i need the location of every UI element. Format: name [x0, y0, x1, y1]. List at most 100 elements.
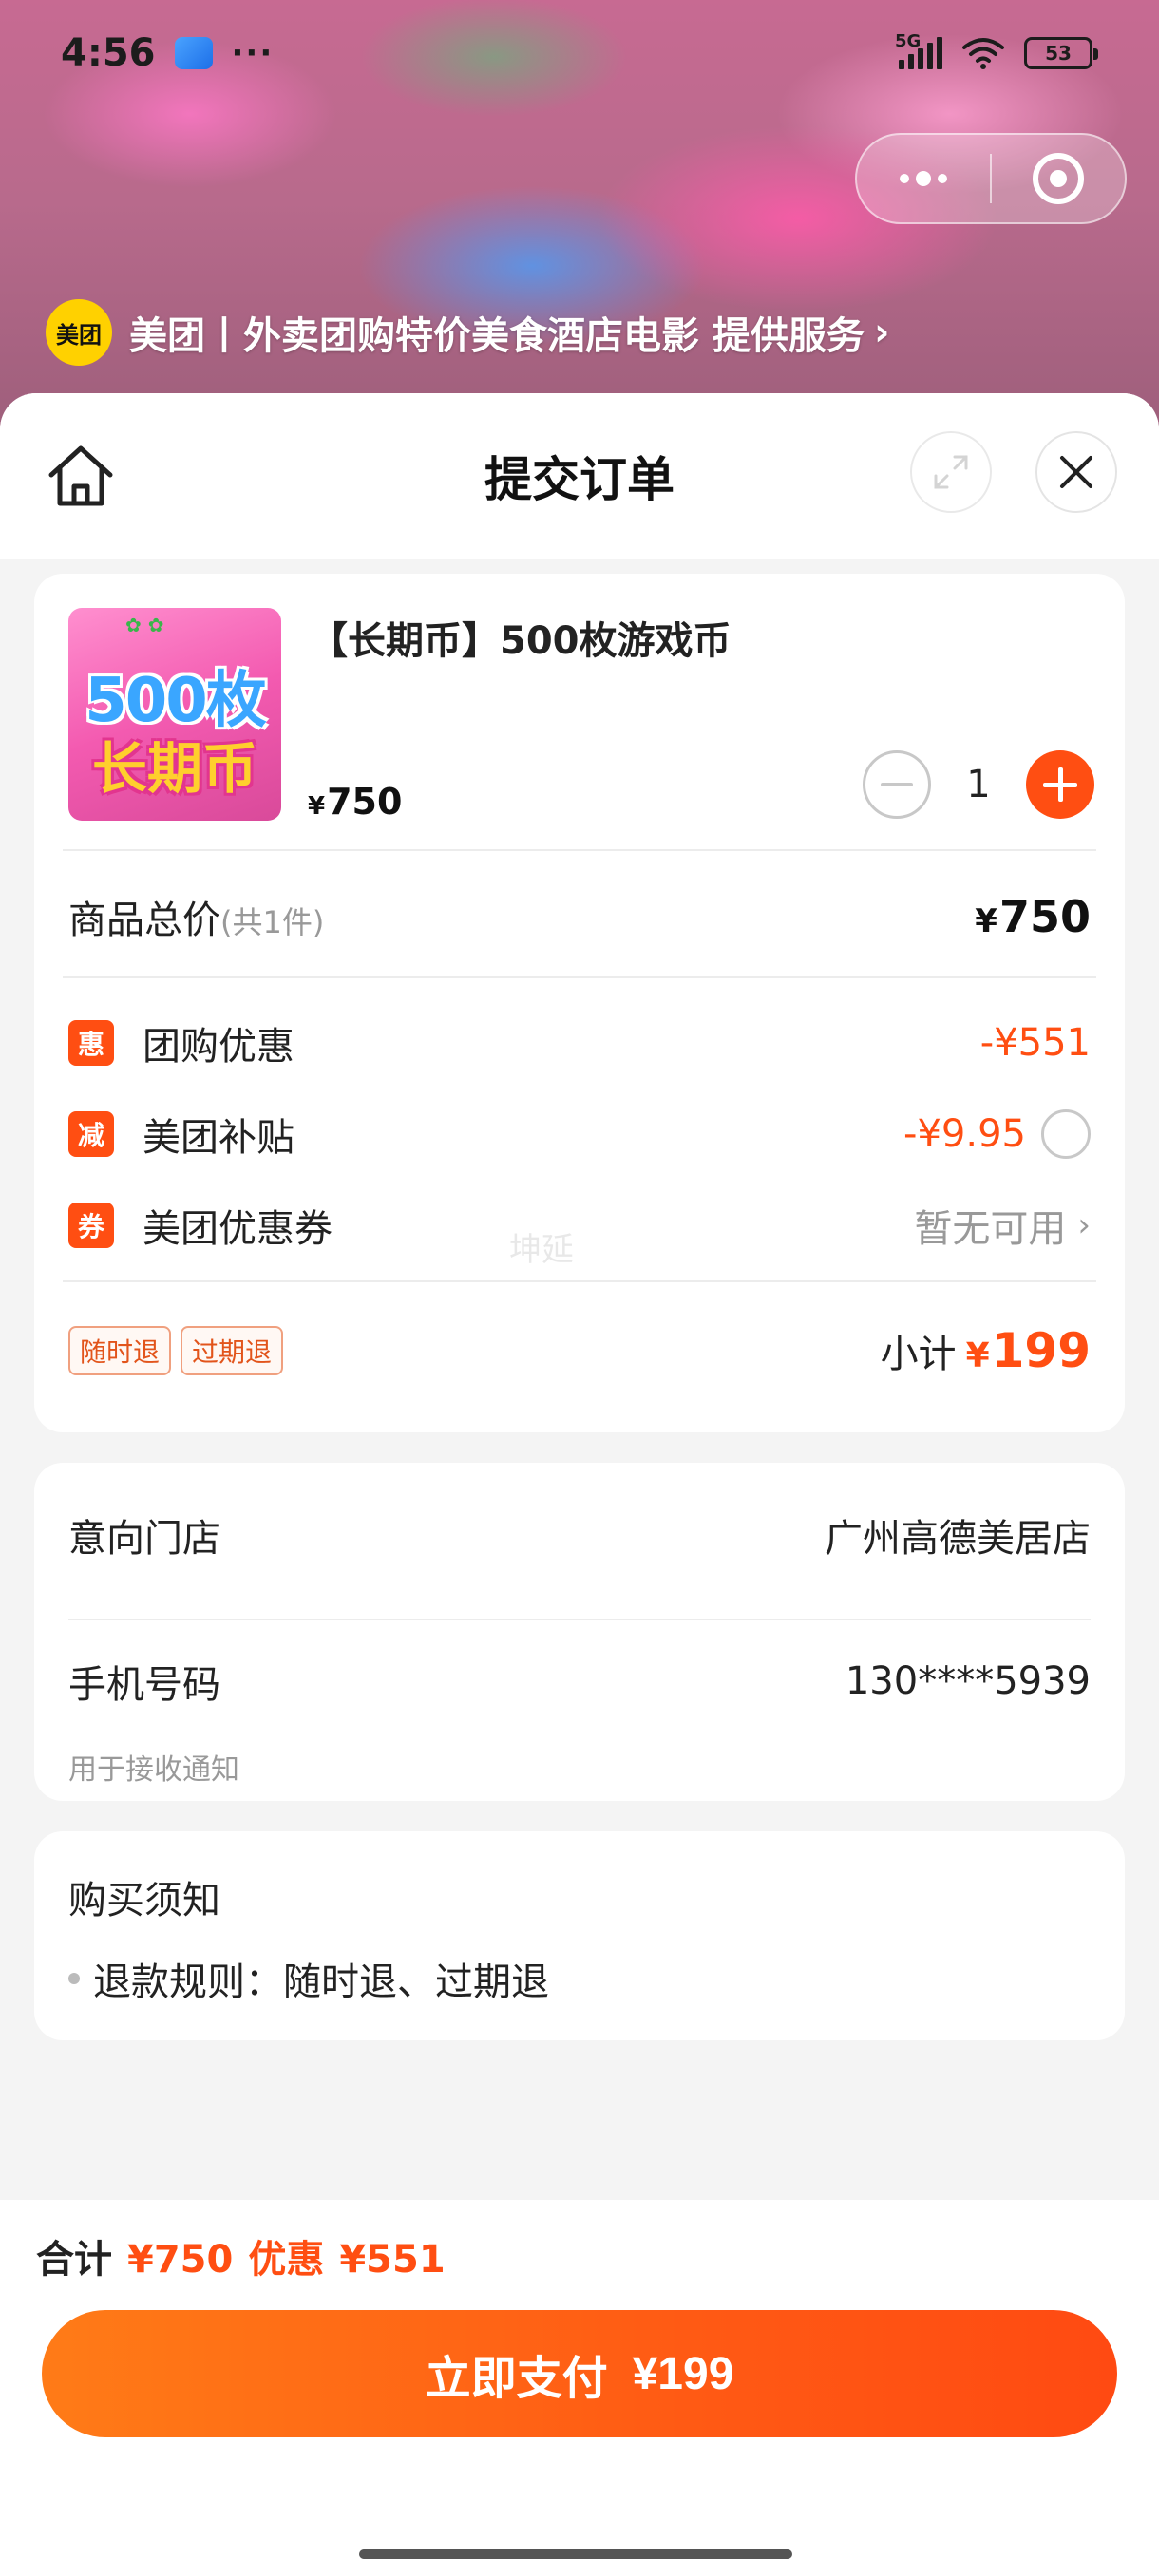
refund-badge: 随时退 [68, 1326, 172, 1375]
store-card: 意向门店 广州高德美居店 手机号码 130****5939 用于接收通知 [34, 1463, 1125, 1801]
chevron-right-icon: › [1077, 1206, 1091, 1244]
image-text-bottom: 长期币 [91, 736, 257, 801]
home-icon[interactable] [46, 441, 116, 511]
subsidy-radio[interactable] [1041, 1109, 1091, 1159]
meituan-logo: 美团 [46, 299, 112, 366]
image-brand-icon: ✿ ✿ [125, 614, 164, 636]
discount-summary-label: 优惠 [248, 2238, 325, 2282]
minus-icon [881, 783, 913, 786]
quantity-stepper: 1 [863, 750, 1094, 819]
discount-row-subsidy[interactable]: 减 美团补贴 -¥9.95 [68, 1100, 1091, 1168]
pay-button-label: 立即支付 [425, 2354, 608, 2404]
expand-icon [934, 455, 968, 489]
cellular-signal-icon: 5G [895, 31, 942, 69]
discount-label: 团购优惠 [142, 1025, 294, 1069]
product-price: ¥750 [308, 781, 402, 823]
store-label: 意向门店 [68, 1517, 220, 1561]
total-price-number: 750 [998, 891, 1091, 942]
pay-now-button[interactable]: 立即支付 ¥199 [42, 2310, 1117, 2437]
divider [63, 1280, 1096, 1282]
status-right: 5G 53 [895, 31, 1098, 69]
subtotal-label: 小计 [880, 1333, 957, 1376]
total-price-value: ¥750 [975, 891, 1091, 942]
subtotal-row: 随时退 过期退 小计 ¥199 [68, 1313, 1091, 1389]
battery-level: 53 [1045, 42, 1072, 65]
watermark: 坤延 [509, 1231, 574, 1269]
target-circle-icon [1033, 153, 1084, 204]
quantity-value: 1 [966, 763, 991, 806]
discount-row-groupbuy: 惠 团购优惠 -¥551 [68, 1009, 1091, 1077]
notice-title: 购买须知 [68, 1879, 220, 1923]
more-menu-button[interactable] [857, 135, 990, 222]
bottom-pay-bar: 合计 ¥750 优惠 ¥551 立即支付 ¥199 [0, 2200, 1159, 2576]
miniprogram-capsule [855, 133, 1127, 224]
currency-symbol: ¥ [308, 792, 326, 821]
store-row[interactable]: 意向门店 广州高德美居店 [68, 1501, 1091, 1569]
phone-value: 130****5939 [845, 1659, 1091, 1703]
discount-left: 惠 团购优惠 [68, 1015, 294, 1070]
status-left: 4:56 ··· [61, 31, 274, 75]
more-dots-icon [900, 171, 947, 186]
status-more-dots: ··· [231, 34, 275, 72]
exit-miniprogram-button[interactable] [992, 135, 1125, 222]
page-title: 提交订单 [484, 452, 674, 507]
discount-label: 美团优惠券 [142, 1207, 332, 1251]
discount-tag-hui: 惠 [68, 1020, 114, 1066]
product-card: ✿ ✿ 500枚 长期币 【长期币】500枚游戏币 ¥750 1 商品总价(共1… [34, 574, 1125, 1432]
phone-hint: 用于接收通知 [68, 1753, 239, 1787]
increase-quantity-button[interactable] [1026, 750, 1094, 819]
subtotal-amount: ¥199 [966, 1323, 1091, 1378]
divider [63, 976, 1096, 978]
notice-item: 退款规则：随时退、过期退 [68, 1951, 549, 2006]
total-price-label-text: 商品总价 [68, 899, 220, 942]
coupon-value-wrap: 暂无可用 › [914, 1198, 1091, 1253]
coupon-value: 暂无可用 [914, 1207, 1067, 1251]
notice-item-text: 退款规则：随时退、过期退 [93, 1960, 549, 2004]
subtotal: 小计 ¥199 [881, 1323, 1091, 1378]
close-button[interactable] [1036, 431, 1117, 513]
divider [63, 849, 1096, 851]
status-time: 4:56 [61, 31, 156, 75]
decrease-quantity-button[interactable] [863, 750, 931, 819]
discount-tag-quan: 券 [68, 1203, 114, 1248]
discount-value: -¥9.95 [903, 1112, 1026, 1156]
sheet-header: 提交订单 [0, 393, 1159, 559]
discount-summary-value: ¥551 [339, 2238, 446, 2282]
bullet-dot [68, 1973, 80, 1984]
battery-icon: 53 [1024, 37, 1098, 69]
discount-value: -¥551 [979, 1021, 1091, 1065]
product-title: 【长期币】500枚游戏币 [310, 619, 732, 663]
product-image[interactable]: ✿ ✿ 500枚 长期币 [68, 608, 281, 821]
notification-app-icon [174, 37, 213, 69]
sum-value: ¥750 [127, 2238, 234, 2282]
subsidy-value-wrap: -¥9.95 [903, 1109, 1091, 1159]
chevron-right-icon: › [873, 311, 890, 354]
home-indicator[interactable] [359, 2549, 792, 2559]
expand-button[interactable] [910, 431, 992, 513]
sum-line: 合计 ¥750 优惠 ¥551 [36, 2228, 446, 2283]
coupon-row[interactable]: 券 美团优惠券 暂无可用 › [68, 1191, 1091, 1260]
discount-left: 减 美团补贴 [68, 1107, 294, 1162]
currency-symbol: ¥ [975, 902, 998, 940]
phone-label: 手机号码 [68, 1663, 220, 1707]
purchase-notice-card: 购买须知 退款规则：随时退、过期退 [34, 1831, 1125, 2040]
currency-symbol: ¥ [965, 1336, 990, 1375]
service-provider-link[interactable]: 美团 美团丨外卖团购特价美食酒店电影 提供服务 › [46, 298, 889, 367]
provider-text: 美团丨外卖团购特价美食酒店电影 提供服务 [129, 314, 864, 358]
status-bar: 4:56 ··· 5G 53 [0, 0, 1159, 106]
refund-badges: 随时退 过期退 [68, 1326, 284, 1375]
refund-badge: 过期退 [180, 1326, 284, 1375]
close-icon [1060, 456, 1092, 488]
product-price-value: 750 [327, 781, 403, 823]
discount-left: 券 美团优惠券 [68, 1198, 332, 1253]
item-count: (共1件) [220, 904, 325, 940]
sum-label: 合计 [36, 2238, 112, 2282]
total-price-label: 商品总价(共1件) [68, 889, 324, 944]
store-value: 广州高德美居店 [825, 1517, 1091, 1561]
network-type-label: 5G [895, 31, 922, 51]
discount-label: 美团补贴 [142, 1116, 294, 1160]
pay-button-amount: ¥199 [632, 2348, 734, 2399]
total-price-row: 商品总价(共1件) ¥750 [68, 881, 1091, 952]
phone-row[interactable]: 手机号码 130****5939 [68, 1647, 1091, 1715]
discount-tag-jian: 减 [68, 1111, 114, 1157]
